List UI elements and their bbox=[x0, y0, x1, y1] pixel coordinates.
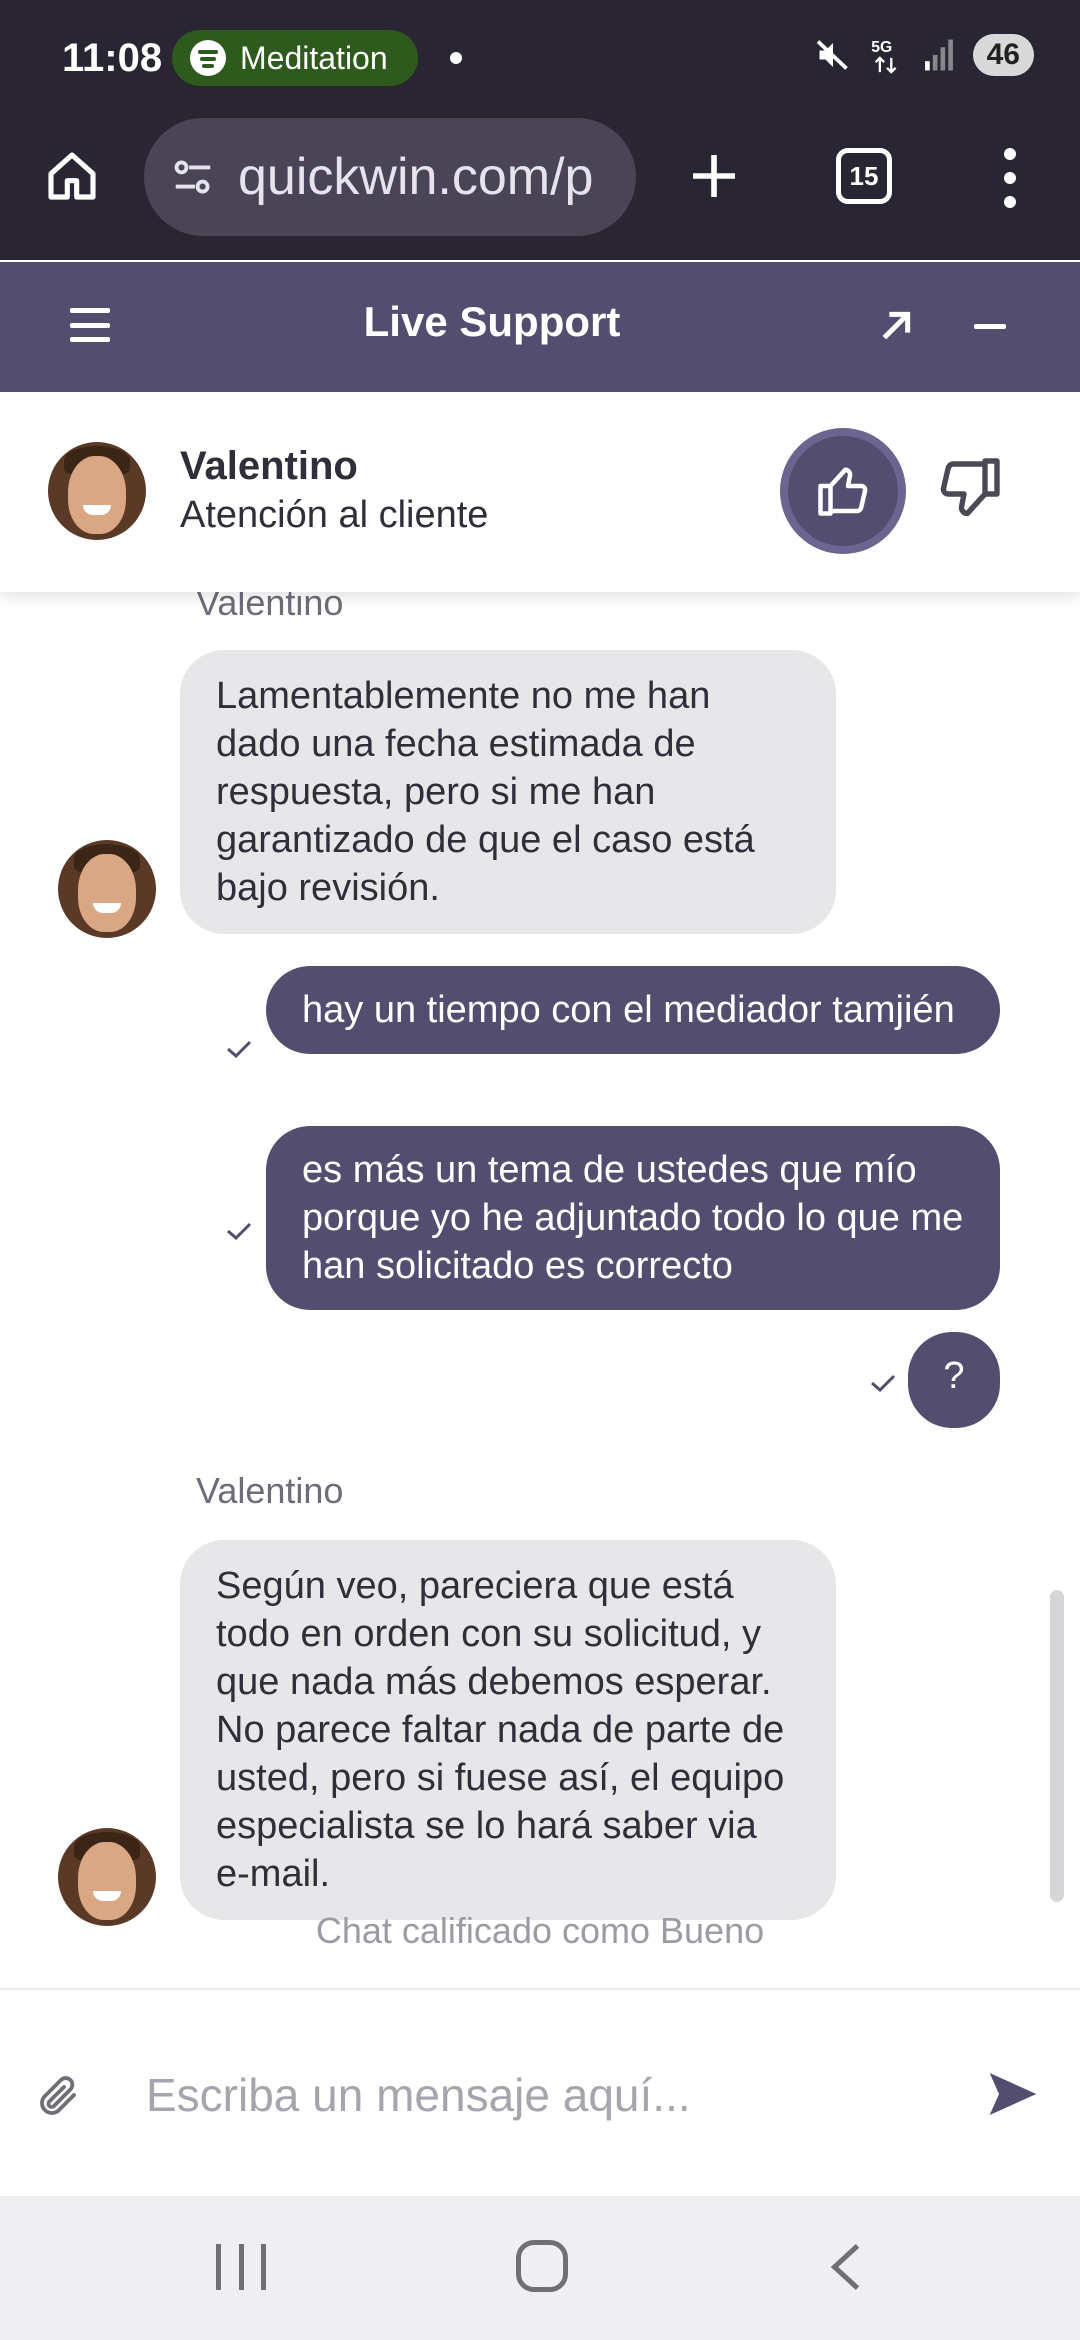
home-button-icon[interactable] bbox=[516, 2240, 568, 2292]
back-icon[interactable] bbox=[826, 2242, 866, 2292]
agent-message: Lamentablemente no me han dado una fecha… bbox=[180, 650, 836, 934]
tabs-icon[interactable]: 15 bbox=[836, 148, 892, 204]
media-pill[interactable]: Meditation bbox=[172, 30, 418, 86]
user-message: ? bbox=[908, 1332, 1000, 1428]
chat-transcript[interactable]: Valentino Lamentablemente no me han dado… bbox=[0, 592, 1080, 1988]
battery-icon: 46 bbox=[972, 34, 1034, 76]
home-icon[interactable] bbox=[44, 148, 100, 204]
spotify-icon bbox=[190, 40, 226, 76]
signal-icon bbox=[924, 39, 953, 71]
support-title: Live Support bbox=[363, 298, 621, 345]
media-label: Meditation bbox=[240, 39, 388, 76]
thumbs-up-icon bbox=[818, 467, 868, 516]
sender-label: Valentino bbox=[196, 592, 344, 623]
sent-check-icon bbox=[227, 1222, 252, 1240]
agent-avatar bbox=[48, 442, 146, 540]
address-bar[interactable]: quickwin.com/p bbox=[144, 118, 636, 236]
agent-avatar bbox=[58, 840, 156, 938]
sent-check-icon bbox=[227, 1040, 252, 1058]
sender-label: Valentino bbox=[196, 1470, 344, 1511]
agent-message: Según veo, pareciera que está todo en or… bbox=[180, 1540, 836, 1920]
support-header: Live Support bbox=[0, 262, 1080, 392]
sent-check-icon bbox=[871, 1374, 896, 1392]
svg-text:5G: 5G bbox=[871, 39, 892, 56]
plus-icon[interactable] bbox=[686, 148, 742, 204]
user-message: hay un tiempo con el mediador tamjién bbox=[266, 966, 1000, 1054]
browser-toolbar: quickwin.com/p 15 bbox=[0, 118, 1080, 260]
status-icons: 5G 46 bbox=[815, 34, 1034, 76]
agent-header: Valentino Atención al cliente bbox=[0, 392, 1080, 592]
status-time: 11:08 bbox=[62, 36, 163, 80]
message-composer bbox=[0, 1988, 1080, 2196]
site-settings-icon[interactable] bbox=[170, 154, 216, 200]
notification-dot-icon bbox=[450, 52, 462, 64]
user-message: es más un tema de ustedes que mío porque… bbox=[266, 1126, 1000, 1310]
thumbs-up-button[interactable] bbox=[780, 428, 906, 554]
thumbs-down-icon[interactable] bbox=[934, 452, 1006, 524]
url-text: quickwin.com/p bbox=[238, 148, 594, 206]
send-icon[interactable] bbox=[984, 2066, 1042, 2122]
chat-scrollbar[interactable] bbox=[1050, 1590, 1064, 1902]
agent-name: Valentino bbox=[180, 444, 358, 488]
5g-icon: 5G bbox=[871, 39, 897, 74]
recents-icon[interactable] bbox=[216, 2244, 266, 2290]
more-icon[interactable] bbox=[996, 148, 1024, 208]
message-input[interactable] bbox=[146, 2058, 966, 2132]
mute-icon bbox=[816, 40, 848, 70]
minimize-icon[interactable] bbox=[974, 324, 1006, 329]
rating-note: Chat calificado como Bueno bbox=[315, 1910, 765, 1951]
expand-icon[interactable] bbox=[876, 306, 916, 346]
paperclip-icon[interactable] bbox=[34, 2070, 82, 2122]
system-nav-bar bbox=[0, 2196, 1080, 2340]
status-bar: 11:08 Meditation 5G 46 bbox=[0, 0, 1080, 118]
agent-role: Atención al cliente bbox=[180, 494, 489, 536]
